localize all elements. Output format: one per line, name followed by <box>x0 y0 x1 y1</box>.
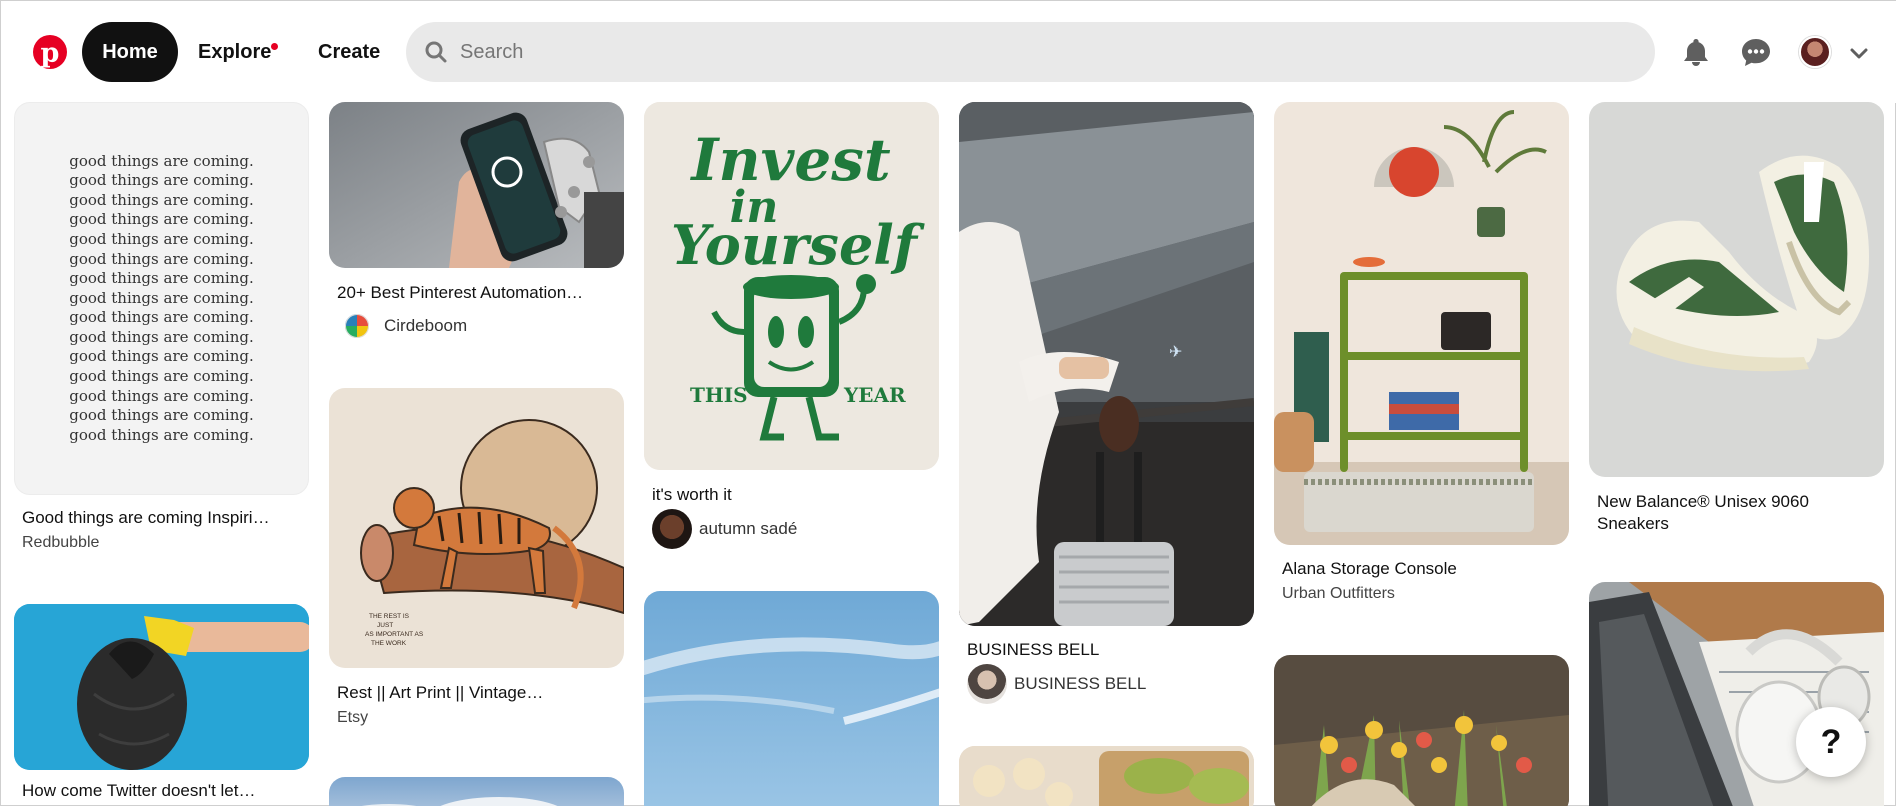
pinterest-logo[interactable]: p <box>33 35 67 69</box>
pin-image[interactable] <box>14 604 309 770</box>
good-things-line: good things are coming. <box>69 406 254 425</box>
good-things-line: good things are coming. <box>69 210 254 229</box>
pin-title[interactable]: How come Twitter doesn't let… <box>22 780 302 802</box>
good-things-line: good things are coming. <box>69 288 254 307</box>
pin-image[interactable]: Invest in Yourself THIS YEAR <box>644 102 939 470</box>
pin-image[interactable]: THE REST IS JUST AS IMPORTANT AS THE WOR… <box>329 388 624 668</box>
author-name: BUSINESS BELL <box>1014 674 1147 693</box>
search-input[interactable] <box>460 40 1640 64</box>
phone-robot-hand-photo <box>329 102 624 268</box>
art-text-yourself: Yourself <box>671 213 925 277</box>
invest-in-yourself-art: Invest in Yourself THIS YEAR <box>644 102 939 470</box>
good-things-line: good things are coming. <box>69 386 254 405</box>
pin-title[interactable]: 20+ Best Pinterest Automation… <box>337 282 617 304</box>
author-avatar <box>652 509 692 549</box>
pin-author[interactable]: autumn sadé <box>652 509 797 549</box>
pin-title[interactable]: Alana Storage Console <box>1282 558 1562 580</box>
search-bar[interactable] <box>406 22 1655 82</box>
pin-author[interactable]: Cirdeboom <box>337 306 467 346</box>
sky-photo <box>644 637 939 725</box>
svg-text:✈: ✈ <box>1169 342 1182 361</box>
svg-text:JUST: JUST <box>377 622 393 629</box>
explore-notification-dot <box>271 43 278 50</box>
art-text-year: YEAR <box>843 383 906 407</box>
nav-create-button[interactable]: Create <box>318 22 380 82</box>
top-navigation-bar: p Home Explore Create <box>1 1 1896 103</box>
pin-source[interactable]: Redbubble <box>22 533 99 553</box>
good-things-line: good things are coming. <box>69 347 254 366</box>
author-avatar <box>967 664 1007 704</box>
pin-title[interactable]: Good things are coming Inspiri… <box>22 507 302 529</box>
tiger-art-print: THE REST IS JUST AS IMPORTANT AS THE WOR… <box>329 388 624 668</box>
nav-home-button[interactable]: Home <box>82 22 178 82</box>
pin-title[interactable]: BUSINESS BELL <box>967 639 1247 661</box>
toast-avocado-photo <box>959 746 1254 806</box>
pin-image[interactable] <box>1274 102 1569 545</box>
good-things-line: good things are coming. <box>69 151 254 170</box>
clouds-photo <box>361 797 558 806</box>
author-name: autumn sadé <box>699 519 798 538</box>
pin-author[interactable]: BUSINESS BELL <box>967 664 1146 704</box>
luggage-escalator-photo: ✈ <box>959 102 1254 626</box>
good-things-line: good things are coming. <box>69 190 254 209</box>
art-text-invest: Invest <box>689 126 891 194</box>
good-things-line: good things are coming. <box>69 327 254 346</box>
pin-image[interactable] <box>1589 102 1884 477</box>
good-things-line: good things are coming. <box>69 229 254 248</box>
messages-icon[interactable] <box>1736 32 1776 72</box>
storage-console-photo <box>1274 102 1569 545</box>
pin-image[interactable] <box>329 102 624 268</box>
good-things-line: good things are coming. <box>69 425 254 444</box>
pin-title[interactable]: Rest || Art Print || Vintage… <box>337 682 617 704</box>
pin-title[interactable]: New Balance® Unisex 9060 Sneakers <box>1597 491 1877 535</box>
sneakers-photo <box>1589 102 1884 477</box>
pin-image[interactable] <box>329 777 624 806</box>
pin-source[interactable]: Urban Outfitters <box>1282 584 1395 604</box>
good-things-text-block: good things are coming. good things are c… <box>69 152 254 446</box>
good-things-line: good things are coming. <box>69 308 254 327</box>
bell-icon[interactable] <box>1676 32 1716 72</box>
pin-image[interactable]: good things are coming. good things are c… <box>14 102 309 495</box>
good-things-line: good things are coming. <box>69 269 254 288</box>
pin-image[interactable] <box>959 746 1254 806</box>
svg-text:AS IMPORTANT AS: AS IMPORTANT AS <box>365 631 424 638</box>
pin-title[interactable]: it's worth it <box>652 484 932 506</box>
pin-image[interactable] <box>1274 655 1569 806</box>
author-avatar <box>337 306 377 346</box>
art-text-this: THIS <box>690 383 748 407</box>
svg-text:THE WORK: THE WORK <box>371 640 407 647</box>
trash-bag-photo <box>14 604 309 770</box>
author-name: Cirdeboom <box>384 316 468 335</box>
pin-image[interactable] <box>644 591 939 806</box>
svg-text:THE REST IS: THE REST IS <box>369 613 410 620</box>
flowers-photo <box>1274 655 1569 806</box>
good-things-line: good things are coming. <box>69 367 254 386</box>
pin-image[interactable]: ✈ <box>959 102 1254 626</box>
help-button[interactable]: ? <box>1796 707 1866 777</box>
nav-explore-button[interactable]: Explore <box>198 22 271 82</box>
profile-avatar[interactable] <box>1799 36 1831 68</box>
good-things-line: good things are coming. <box>69 171 254 190</box>
chevron-down-icon[interactable] <box>1847 41 1871 65</box>
search-icon <box>424 40 448 64</box>
good-things-line: good things are coming. <box>69 249 254 268</box>
pin-source[interactable]: Etsy <box>337 708 368 728</box>
logo-letter: p <box>40 37 60 69</box>
